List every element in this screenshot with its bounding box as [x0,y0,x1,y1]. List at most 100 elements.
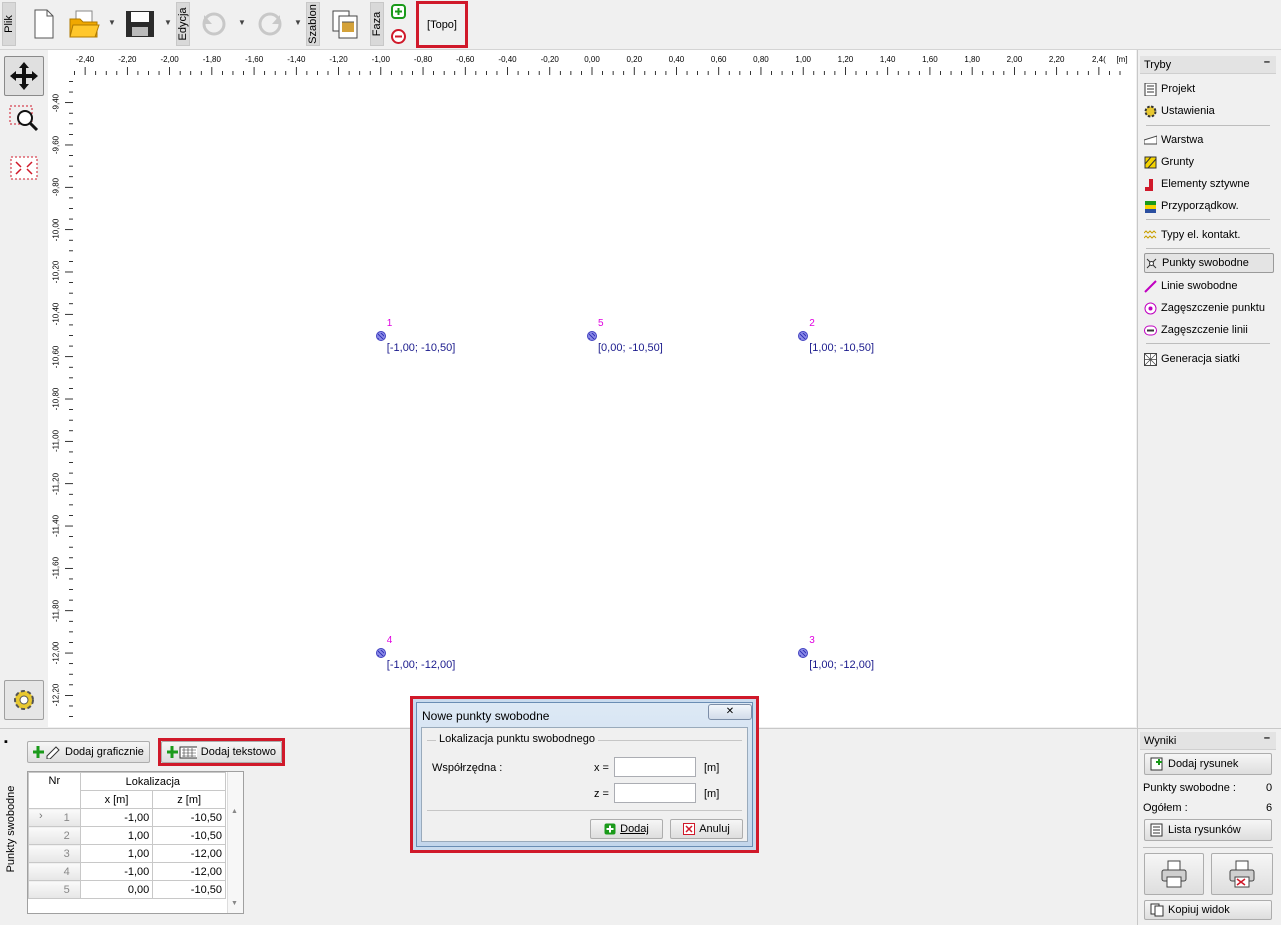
dialog-close-button[interactable]: ✕ [708,704,752,720]
save-dropdown-icon[interactable]: ▼ [164,18,172,27]
printer-pdf-icon [1229,860,1255,888]
x-tick-label: 2,4( [1091,55,1106,64]
points-table: Nr Lokalizacja x [m] z [m] › 1 -1,00 -10,50… [28,772,227,899]
mode-typy-el-kontakt[interactable]: Typy el. kontakt. [1144,225,1274,245]
x-tick-label: -0,80 [413,55,433,64]
x-tick-label: 0,40 [668,55,685,64]
y-tick-label: -11,80 [51,599,61,622]
x-tick-label: 2,00 [1006,55,1023,64]
scroll-down-icon[interactable]: ▼ [231,900,238,907]
mode-punkty-swobodne[interactable]: Punkty swobodne [1144,253,1274,273]
new-free-points-dialog: Nowe punkty swobodne ✕ Lokalizacja punkt… [410,696,759,853]
cancel-icon [683,823,696,835]
template-button[interactable] [328,6,364,42]
vertical-ruler: -9,40 -9,60 -9,80 -10,00 -10,20 -10,40 -10,60 -… [48,78,74,727]
redo-button[interactable] [252,6,288,42]
add-phase-button[interactable] [391,4,406,19]
cell-z[interactable]: -10,50 [152,808,226,827]
add-text-button[interactable]: Dodaj tekstowo [161,741,282,763]
undo-button[interactable] [196,6,232,42]
open-dropdown-icon[interactable]: ▼ [108,18,116,27]
mode-zageszczenie-linii[interactable]: Zagęszczenie linii [1144,320,1274,340]
phase-group-label: Faza [370,2,384,46]
mode-warstwa[interactable]: Warstwa [1144,130,1274,150]
table-row[interactable]: 2 1,00 -10,50 [28,826,226,845]
table-scrollbar[interactable]: ▲ ▼ [227,772,243,913]
mode-projekt[interactable]: Projekt [1144,79,1274,99]
mode-przyporzadkow[interactable]: Przyporządkow. [1144,196,1274,216]
mode-ustawienia[interactable]: Ustawienia [1144,101,1274,121]
scroll-up-icon[interactable]: ▲ [231,808,238,815]
zoom-window-button[interactable] [4,98,44,138]
x-tick-label: -1,60 [244,55,264,64]
z-input[interactable] [614,783,696,803]
mode-grunty[interactable]: Grunty [1144,152,1274,172]
plus-icon [391,4,406,19]
free-line-icon [1144,279,1157,293]
table-row[interactable]: 4 -1,00 -12,00 [28,862,226,881]
table-row[interactable]: 3 1,00 -12,00 [28,844,226,863]
location-group-label: Lokalizacja punktu swobodnego [436,733,598,745]
row-number: 1 [63,811,70,824]
settings-button[interactable] [4,680,44,720]
copy-view-button[interactable]: Kopiuj widok [1144,900,1272,920]
x-tick-label: 1,20 [837,55,854,64]
add-graphic-icon [33,746,60,759]
print-button[interactable] [1144,853,1204,895]
cell-x[interactable]: 1,00 [79,844,154,863]
cell-x[interactable]: 1,00 [79,826,154,845]
x-tick-label: 0,00 [584,55,600,64]
results-panel: Wyniki – Dodaj rysunek Punkty swobodne : … [1137,728,1281,925]
cell-x[interactable]: -1,00 [79,808,154,827]
results-collapse-icon[interactable]: – [1264,732,1270,744]
mode-zageszczenie-punktu[interactable]: Zagęszczenie punktu [1144,298,1274,318]
print-pdf-button[interactable] [1211,853,1273,895]
cell-z[interactable]: -12,00 [152,862,226,881]
add-drawing-icon [1150,757,1163,771]
x-tick-label: 0,20 [626,55,643,64]
y-tick-label: -10,60 [51,345,61,368]
cell-z[interactable]: -12,00 [152,844,226,863]
cell-x[interactable]: 0,00 [79,880,154,899]
free-point-number: 1 [386,317,393,329]
close-icon[interactable]: ✕ [726,706,734,717]
new-file-button[interactable] [26,6,62,42]
collapse-icon[interactable]: – [1264,56,1270,68]
y-tick-label: -11,40 [51,514,61,538]
x-tick-label: 0,80 [753,55,769,64]
add-drawing-button[interactable]: Dodaj rysunek [1144,753,1272,775]
mode-elementy-sztywne[interactable]: Elementy sztywne [1144,174,1274,194]
free-point-marker[interactable] [587,330,597,341]
x-input[interactable] [614,757,696,777]
list-drawings-button[interactable]: Lista rysunków [1144,819,1272,841]
drawing-canvas[interactable] [48,50,1136,727]
total-count-label: Ogółem : [1143,802,1188,814]
add-keyboard-icon [167,746,197,759]
undo-dropdown-icon[interactable]: ▼ [238,18,246,27]
cell-z[interactable]: -10,50 [152,826,226,845]
free-points-table: Nr Lokalizacja x [m] z [m] › 1 -1,00 -10,50… [27,771,244,914]
mode-linie-swobodne[interactable]: Linie swobodne [1144,276,1274,296]
free-point-marker[interactable] [375,330,386,341]
remove-phase-button[interactable] [391,29,406,44]
redo-dropdown-icon[interactable]: ▼ [294,18,302,27]
phase-tab-topo[interactable]: [Topo] [416,1,468,48]
x-tick-label: -1,80 [202,55,221,64]
dialog-add-button[interactable]: Dodaj [590,819,663,839]
cell-x[interactable]: -1,00 [79,862,154,881]
panel-tab-label: Punkty swobodne [5,785,17,873]
add-graphic-button[interactable]: Dodaj graficznie [27,741,150,763]
cell-z[interactable]: -10,50 [152,880,226,899]
free-point-marker[interactable] [375,648,386,659]
mode-generacja-siatki[interactable]: Generacja siatki [1144,349,1274,369]
free-point-marker[interactable] [798,330,809,341]
save-button[interactable] [122,6,158,42]
x-tick-label: -0,20 [540,55,559,64]
table-row[interactable]: 5 0,00 -10,50 [28,880,226,899]
pan-button[interactable] [4,56,44,96]
table-row[interactable]: › 1 -1,00 -10,50 [28,808,226,827]
y-tick-label: -11,60 [51,557,61,580]
zoom-extents-button[interactable] [4,148,44,188]
dialog-cancel-button[interactable]: Anuluj [670,819,743,839]
open-file-button[interactable] [66,6,102,42]
